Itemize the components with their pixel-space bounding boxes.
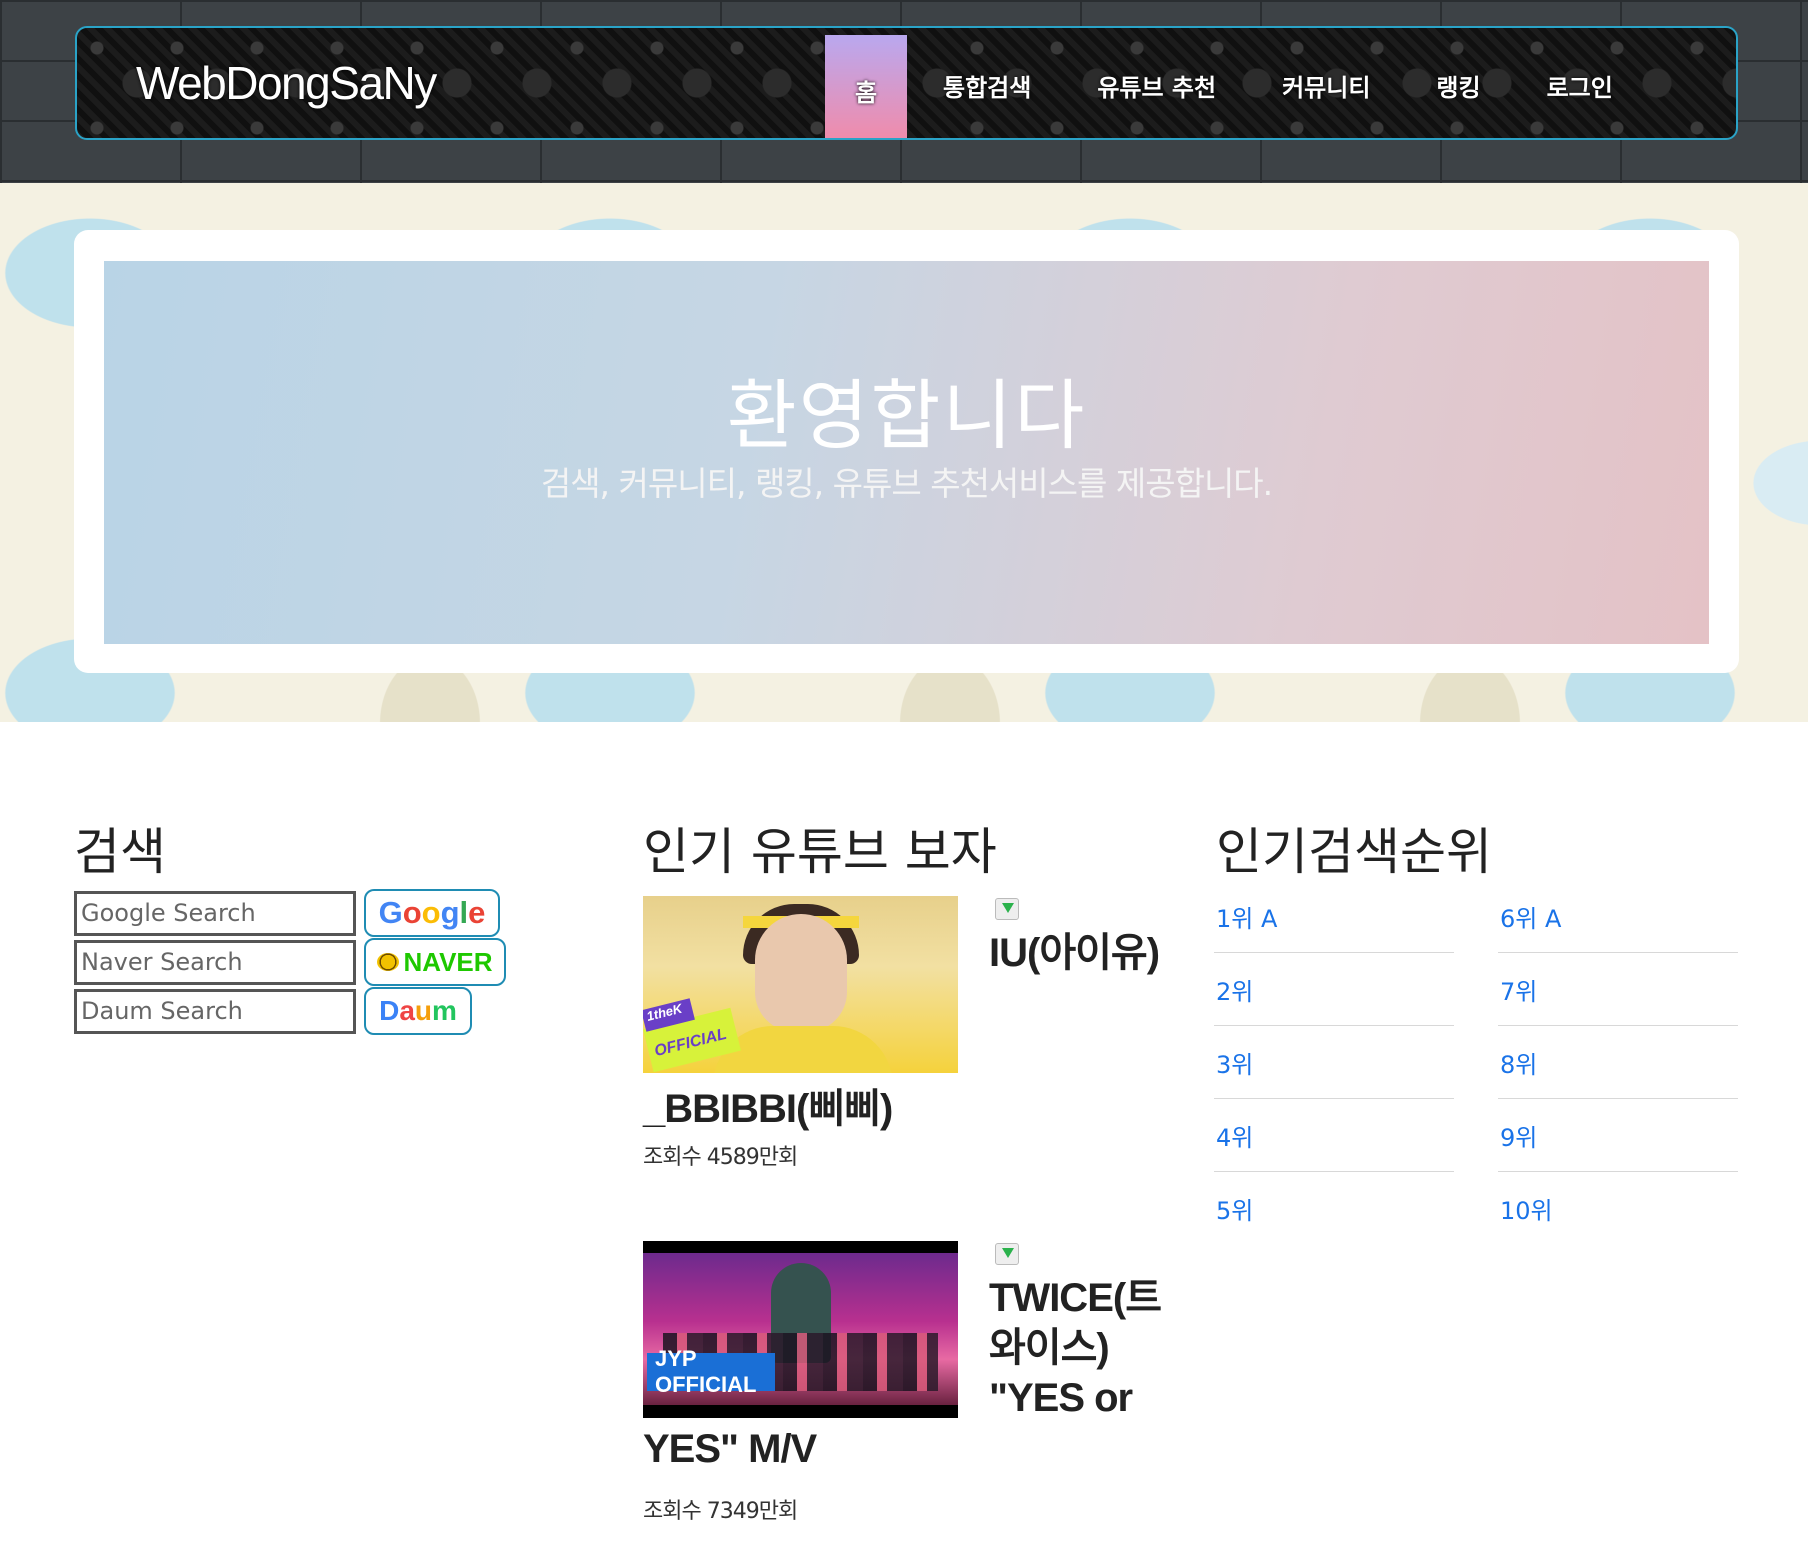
nav-login[interactable]: 로그인 — [1547, 28, 1613, 138]
nav-community[interactable]: 커뮤니티 — [1282, 28, 1370, 138]
ranking-section-title: 인기검색순위 — [1216, 823, 1492, 881]
hero-banner: 환영합니다 검색, 커뮤니티, 랭킹, 유튜브 추천서비스를 제공합니다. — [104, 261, 1709, 644]
google-search-button[interactable]: Google — [364, 889, 500, 937]
video-views-1: 조회수 4589만회 — [643, 1145, 798, 1170]
video-title-1[interactable]: IU(아이유) — [989, 928, 1169, 978]
video-thumbnail-1[interactable]: OFFICIAL 1theK — [643, 896, 958, 1073]
rank-item-3[interactable]: 3위 — [1214, 1026, 1454, 1099]
hero-subtitle: 검색, 커뮤니티, 랭킹, 유튜브 추천서비스를 제공합니다. — [540, 464, 1273, 503]
naver-bee-icon — [377, 953, 400, 971]
nav-menu: 홈 통합검색 유튜브 추천 커뮤니티 랭킹 로그인 — [825, 28, 1613, 138]
rank-item-2[interactable]: 2위 — [1214, 953, 1454, 1026]
video-thumbnail-2[interactable]: JYP OFFICIAL — [643, 1241, 958, 1418]
nav-home[interactable]: 홈 — [825, 35, 907, 138]
jyp-official-badge: JYP OFFICIAL — [647, 1346, 775, 1397]
video-title-2-tail[interactable]: YES" M/V — [643, 1427, 817, 1472]
navbar: WebDongSaNy 홈 통합검색 유튜브 추천 커뮤니티 랭킹 로그인 — [75, 26, 1738, 140]
download-icon[interactable] — [995, 1243, 1019, 1265]
nav-youtube-recommend[interactable]: 유튜브 추천 — [1097, 28, 1216, 138]
google-search-row: Google — [74, 889, 500, 937]
search-section-title: 검색 — [74, 823, 166, 881]
video-title-2[interactable]: TWICE(트와이스) "YES or — [989, 1273, 1169, 1423]
naver-logo-text: NAVER — [403, 946, 493, 977]
daum-search-button[interactable]: Daum — [364, 987, 472, 1035]
download-icon[interactable] — [995, 898, 1019, 920]
rank-item-7[interactable]: 7위 — [1498, 953, 1738, 1026]
rank-item-5[interactable]: 5위 — [1214, 1172, 1454, 1245]
rank-item-8[interactable]: 8위 — [1498, 1026, 1738, 1099]
ranking-list-right: 6위 A 7위 8위 9위 10위 — [1498, 880, 1738, 1245]
naver-search-input[interactable] — [74, 939, 356, 985]
video-card-1: OFFICIAL 1theK IU(아이유) _BBIBBI(삐삐) 조회수 4… — [643, 896, 1163, 1196]
daum-search-input[interactable] — [74, 988, 356, 1034]
video-card-2: JYP OFFICIAL TWICE(트와이스) "YES or YES" M/… — [643, 1241, 1163, 1541]
daum-search-row: Daum — [74, 987, 472, 1035]
naver-search-row: NAVER — [74, 938, 506, 986]
video-views-2: 조회수 7349만회 — [643, 1499, 798, 1524]
rank-item-9[interactable]: 9위 — [1498, 1099, 1738, 1172]
nav-ranking[interactable]: 랭킹 — [1436, 28, 1480, 138]
brand-logo[interactable]: WebDongSaNy — [136, 56, 437, 110]
nav-integrated-search[interactable]: 통합검색 — [943, 28, 1031, 138]
hero-title: 환영합니다 — [726, 371, 1087, 460]
google-search-input[interactable] — [74, 890, 356, 936]
naver-search-button[interactable]: NAVER — [364, 938, 506, 986]
video-title-1-tail[interactable]: _BBIBBI(삐삐) — [643, 1076, 893, 1134]
rank-item-1[interactable]: 1위 A — [1214, 880, 1454, 953]
rank-item-6[interactable]: 6위 A — [1498, 880, 1738, 953]
rank-item-10[interactable]: 10위 — [1498, 1172, 1738, 1245]
ranking-list-left: 1위 A 2위 3위 4위 5위 — [1214, 880, 1454, 1245]
youtube-section-title: 인기 유튜브 보자 — [643, 823, 997, 881]
rank-item-4[interactable]: 4위 — [1214, 1099, 1454, 1172]
